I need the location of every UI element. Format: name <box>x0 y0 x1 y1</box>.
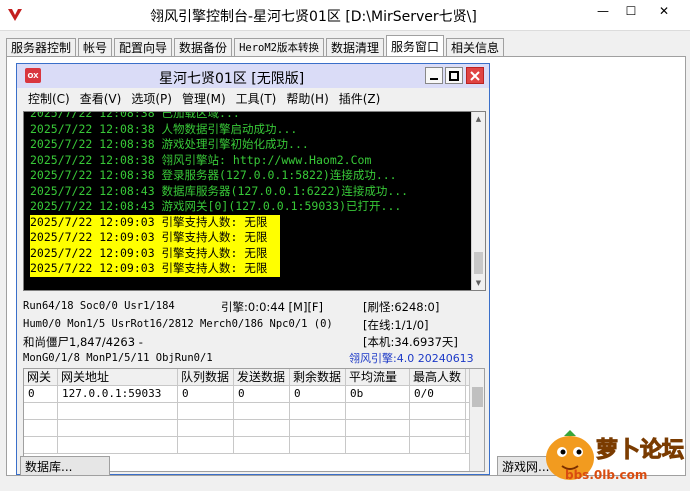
cell-max: 0/0 <box>410 386 466 402</box>
status-local: [本机:34.6937天] <box>363 335 458 349</box>
col-remaining-data[interactable]: 剩余数据 <box>290 369 346 385</box>
status-monk: 和尚僵尸1,847/4263 - <box>23 335 143 349</box>
tab-strip: 服务器控制 帐号 配置向导 数据备份 HeroM2版本转换 数据清理 服务窗口 … <box>6 35 506 56</box>
table-row[interactable]: 0 127.0.0.1:59033 0 0 0 0b 0/0 <box>24 386 484 403</box>
log-line: 2025/7/22 12:08:43 游戏网关[0](127.0.0.1:590… <box>30 199 402 213</box>
watermark-url: bbs.0lb.com <box>565 468 648 482</box>
server-child-window: OX 星河七贤01区 [无限版] 控制(C) 查看(V) 选项(P) 管理(M)… <box>16 63 490 475</box>
menu-view[interactable]: 查看(V) <box>75 90 127 107</box>
col-sent-data[interactable]: 发送数据 <box>234 369 290 385</box>
col-gateway[interactable]: 网关 <box>24 369 58 385</box>
menu-options[interactable]: 选项(P) <box>126 90 177 107</box>
table-scrollbar[interactable] <box>469 369 484 471</box>
status-online: [在线:1/1/0] <box>363 318 429 332</box>
col-queue-data[interactable]: 队列数据 <box>178 369 234 385</box>
close-icon <box>470 70 480 81</box>
child-maximize-button[interactable] <box>445 67 463 84</box>
menu-tools[interactable]: 工具(T) <box>231 90 282 107</box>
log-line: 2025/7/22 12:08:38 登录服务器(127.0.0.1:5822)… <box>30 168 397 182</box>
status-hum: Hum0/0 Mon1/5 UsrRot16/2812 Merch0/186 N… <box>23 318 333 330</box>
child-minimize-button[interactable] <box>425 67 443 84</box>
status-refresh: [刷怪:6248:0] <box>363 300 440 314</box>
cell-gateway: 0 <box>24 386 58 402</box>
status-engine-time: 引擎:0:0:44 [M][F] <box>221 300 324 314</box>
log-console[interactable]: 2025/7/22 12:08:38 已加载区域... 2025/7/22 12… <box>23 111 486 291</box>
scroll-up-icon[interactable]: ▲ <box>472 112 485 126</box>
tab-data-backup[interactable]: 数据备份 <box>174 38 233 56</box>
col-max-users[interactable]: 最高人数 <box>410 369 466 385</box>
log-line-highlight: 2025/7/22 12:09:03 引擎支持人数: 无限 <box>30 230 280 246</box>
status-run: Run64/18 Soc0/0 Usr1/184 <box>23 300 175 312</box>
menu-control[interactable]: 控制(C) <box>17 90 75 107</box>
table-scroll-thumb[interactable] <box>472 387 483 407</box>
cell-avg: 0b <box>346 386 410 402</box>
tab-service-window[interactable]: 服务窗口 <box>386 35 445 56</box>
taskbar-db-window[interactable]: 数据库... <box>20 456 110 476</box>
watermark-text: 萝卜论坛 <box>595 438 685 464</box>
cell-remaining: 0 <box>290 386 346 402</box>
tab-related-info[interactable]: 相关信息 <box>446 38 505 56</box>
table-row-empty <box>24 420 484 437</box>
maximize-icon <box>449 70 459 81</box>
child-app-icon: OX <box>25 68 41 83</box>
log-line-highlight: 2025/7/22 12:09:03 引擎支持人数: 无限 <box>30 245 280 261</box>
col-gateway-address[interactable]: 网关地址 <box>58 369 178 385</box>
table-body: 0 127.0.0.1:59033 0 0 0 0b 0/0 <box>24 386 484 454</box>
log-lines: 2025/7/22 12:08:38 已加载区域... 2025/7/22 12… <box>30 111 470 277</box>
window-title: 翎风引擎控制台-星河七贤01区 [D:\MirServer七贤\] <box>150 9 477 25</box>
cell-sent: 0 <box>234 386 290 402</box>
cell-address: 127.0.0.1:59033 <box>58 386 178 402</box>
status-mon: MonG0/1/8 MonP1/5/11 ObjRun0/1 <box>23 352 213 364</box>
log-line-highlight: 2025/7/22 12:09:03 引擎支持人数: 无限 <box>30 261 280 277</box>
cell-queue: 0 <box>178 386 234 402</box>
status-version: 翎风引擎:4.0 20240613 <box>349 352 474 365</box>
tab-herom2-convert[interactable]: HeroM2版本转换 <box>234 38 324 56</box>
tab-account[interactable]: 帐号 <box>78 38 113 56</box>
table-row-empty <box>24 437 484 454</box>
log-scrollbar[interactable]: ▲ ▼ <box>471 112 485 290</box>
maximize-button[interactable]: ☐ <box>617 0 645 22</box>
log-line: 2025/7/22 12:08:38 翎风引擎站: http://www.Hao… <box>30 152 372 167</box>
child-close-button[interactable] <box>466 67 484 84</box>
close-button[interactable]: ✕ <box>650 0 678 22</box>
minimize-icon <box>430 77 438 80</box>
tab-data-cleanup[interactable]: 数据清理 <box>326 38 385 56</box>
menu-plugins[interactable]: 插件(Z) <box>334 90 386 107</box>
menu-help[interactable]: 帮助(H) <box>281 90 333 107</box>
child-menubar: 控制(C) 查看(V) 选项(P) 管理(M) 工具(T) 帮助(H) 插件(Z… <box>17 88 489 108</box>
tab-config-wizard[interactable]: 配置向导 <box>114 38 173 56</box>
app-logo-icon <box>8 9 22 21</box>
table-row-empty <box>24 403 484 420</box>
log-line-highlight: 2025/7/22 12:09:03 引擎支持人数: 无限 <box>30 214 280 230</box>
log-line: 2025/7/22 12:08:38 人物数据引擎启动成功... <box>30 121 298 136</box>
col-avg-traffic[interactable]: 平均流量 <box>346 369 410 385</box>
child-window-title: 星河七贤01区 [无限版] <box>159 71 305 87</box>
log-line: 2025/7/22 12:08:43 数据库服务器(127.0.0.1:6222… <box>30 183 409 198</box>
scroll-down-icon[interactable]: ▼ <box>472 276 485 290</box>
child-title-bar: OX 星河七贤01区 [无限版] <box>17 64 489 88</box>
menu-manage[interactable]: 管理(M) <box>177 90 231 107</box>
window-title-bar: 翎风引擎控制台-星河七贤01区 [D:\MirServer七贤\] — ☐ ✕ <box>0 0 690 31</box>
log-line: 2025/7/22 12:08:38 已加载区域... <box>30 111 240 120</box>
log-line: 2025/7/22 12:08:38 游戏处理引擎初始化成功... <box>30 137 309 151</box>
table-header: 网关 网关地址 队列数据 发送数据 剩余数据 平均流量 最高人数 <box>24 369 484 386</box>
minimize-button[interactable]: — <box>589 0 617 22</box>
scroll-thumb[interactable] <box>474 252 483 274</box>
tab-server-control[interactable]: 服务器控制 <box>6 38 77 56</box>
